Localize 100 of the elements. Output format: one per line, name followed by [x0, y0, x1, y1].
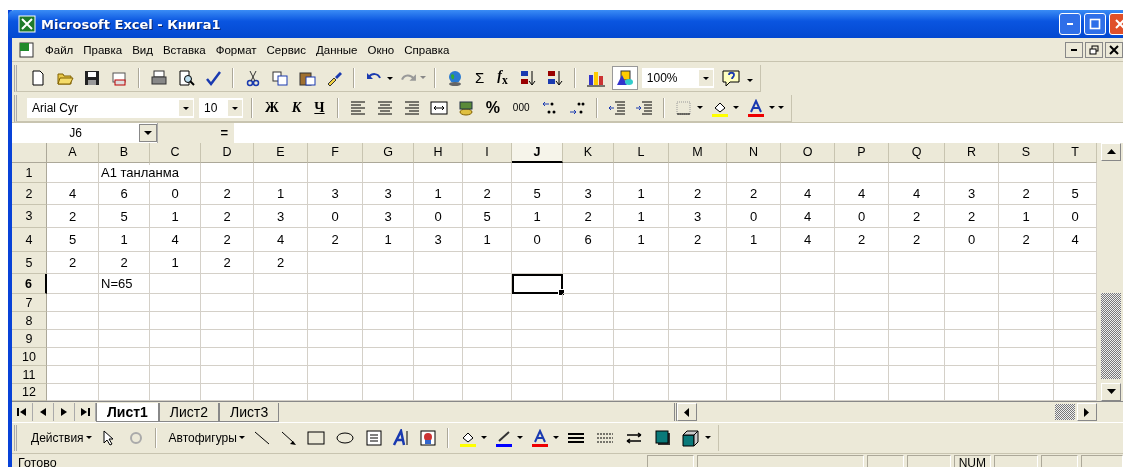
- sheet-tab[interactable]: Лист1: [96, 402, 159, 422]
- column-header[interactable]: M: [669, 143, 727, 163]
- percent-button[interactable]: %: [481, 98, 504, 117]
- menu-item[interactable]: Данные: [310, 43, 363, 56]
- row-header[interactable]: 2: [12, 183, 47, 205]
- row-header[interactable]: 9: [12, 330, 47, 348]
- function-button[interactable]: f$_{x}$: [493, 68, 512, 87]
- table-cell: 4: [803, 208, 812, 224]
- bold-button[interactable]: Ж: [261, 99, 283, 116]
- formula-equals-button[interactable]: =: [158, 123, 234, 143]
- close-button[interactable]: [1105, 41, 1123, 58]
- menu-item[interactable]: Вставка: [157, 43, 211, 56]
- workbook-icon[interactable]: [18, 40, 36, 59]
- scroll-up-button[interactable]: [1101, 143, 1121, 161]
- column-header[interactable]: T: [1054, 143, 1097, 163]
- column-header[interactable]: S: [999, 143, 1054, 163]
- autoshapes-menu-button[interactable]: Автофигуры: [164, 431, 237, 445]
- table-cell: [781, 348, 835, 366]
- table-cell: [150, 384, 201, 401]
- column-header[interactable]: N: [727, 143, 781, 163]
- row-header[interactable]: 8: [12, 312, 47, 330]
- column-header[interactable]: L: [614, 143, 669, 163]
- table-cell: 3: [584, 186, 592, 201]
- menu-item[interactable]: Справка: [399, 43, 455, 56]
- caret-icon: [420, 76, 426, 79]
- restore-button[interactable]: [1085, 41, 1103, 58]
- status-panel: [1041, 454, 1078, 467]
- row-header[interactable]: 1: [12, 163, 47, 183]
- menu-item[interactable]: Окно: [362, 43, 400, 56]
- table-cell: 2: [483, 186, 491, 201]
- column-header[interactable]: A: [47, 143, 99, 163]
- autosum-button[interactable]: Σ: [471, 69, 489, 86]
- table-cell: [47, 348, 99, 366]
- column-header[interactable]: O: [781, 143, 835, 163]
- column-header[interactable]: Q: [889, 143, 945, 163]
- row-header[interactable]: 5: [12, 252, 47, 274]
- row-header[interactable]: 4: [12, 228, 47, 252]
- drawing-icon[interactable]: [612, 66, 637, 89]
- table-cell: [614, 312, 669, 330]
- status-indicator: NUM: [953, 454, 991, 467]
- column-header[interactable]: F: [308, 143, 363, 163]
- table-cell: N=65: [99, 276, 133, 291]
- minimize-button[interactable]: [1065, 41, 1083, 58]
- zoom-dropdown[interactable]: 100%: [641, 67, 714, 88]
- column-header[interactable]: P: [835, 143, 889, 163]
- font-size-dropdown[interactable]: 10: [199, 97, 243, 118]
- table-cell: [254, 348, 308, 366]
- table-cell: 4: [857, 186, 866, 201]
- table-cell: 2: [68, 255, 77, 270]
- column-header[interactable]: E: [254, 143, 308, 163]
- row-header[interactable]: 10: [12, 348, 47, 366]
- actions-menu-button[interactable]: Действия: [27, 431, 84, 445]
- menu-item[interactable]: Файл: [40, 43, 79, 56]
- menu-item[interactable]: Формат: [210, 43, 262, 56]
- maximize-button[interactable]: [1084, 13, 1106, 35]
- column-header[interactable]: G: [363, 143, 414, 163]
- column-header[interactable]: J: [512, 143, 563, 163]
- table-cell: [150, 348, 201, 366]
- table-cell: [414, 312, 463, 330]
- font-dropdown[interactable]: Arial Cyr: [27, 97, 194, 118]
- scroll-thumb[interactable]: [1055, 404, 1075, 420]
- table-cell: [201, 312, 254, 330]
- table-cell: 1: [276, 186, 285, 201]
- menu-item[interactable]: Правка: [78, 43, 128, 56]
- italic-button[interactable]: К: [287, 99, 306, 116]
- scroll-right-button[interactable]: [1077, 403, 1097, 421]
- sheet-tab[interactable]: Лист3: [219, 402, 280, 422]
- table-cell: [150, 330, 201, 348]
- table-cell: [512, 366, 563, 384]
- vertical-scrollbar[interactable]: [1097, 143, 1123, 401]
- row-header[interactable]: 3: [12, 205, 47, 228]
- menu-item[interactable]: Вид: [127, 43, 158, 56]
- close-icon: [1115, 19, 1123, 29]
- column-header[interactable]: R: [945, 143, 999, 163]
- column-header[interactable]: K: [563, 143, 614, 163]
- table-cell: [254, 294, 308, 312]
- table-cell: 2: [223, 255, 231, 270]
- row-header[interactable]: 7: [12, 294, 47, 312]
- menu-item[interactable]: Сервис: [261, 43, 311, 56]
- table-cell: [463, 274, 512, 294]
- table-cell: 3: [331, 186, 339, 201]
- table-cell: [363, 366, 414, 384]
- column-header[interactable]: I: [463, 143, 512, 163]
- row-header[interactable]: 6: [12, 274, 47, 294]
- table-cell: [614, 384, 669, 401]
- sheet-tab[interactable]: Лист2: [158, 402, 220, 422]
- row-header[interactable]: 11: [12, 366, 47, 384]
- thousands-button[interactable]: 000: [508, 102, 534, 113]
- horizontal-scrollbar[interactable]: [674, 403, 1097, 421]
- table-cell: [512, 384, 563, 401]
- scroll-thumb[interactable]: [1101, 293, 1121, 379]
- scroll-down-button[interactable]: [1101, 383, 1121, 401]
- column-header[interactable]: B: [99, 143, 150, 163]
- scroll-left-button[interactable]: [677, 403, 697, 421]
- column-header[interactable]: H: [414, 143, 463, 163]
- row-header[interactable]: 12: [12, 384, 47, 401]
- active-cell[interactable]: [512, 274, 563, 294]
- column-header[interactable]: D: [201, 143, 254, 163]
- underline-button[interactable]: Ч: [310, 99, 329, 116]
- column-header[interactable]: C: [150, 143, 201, 163]
